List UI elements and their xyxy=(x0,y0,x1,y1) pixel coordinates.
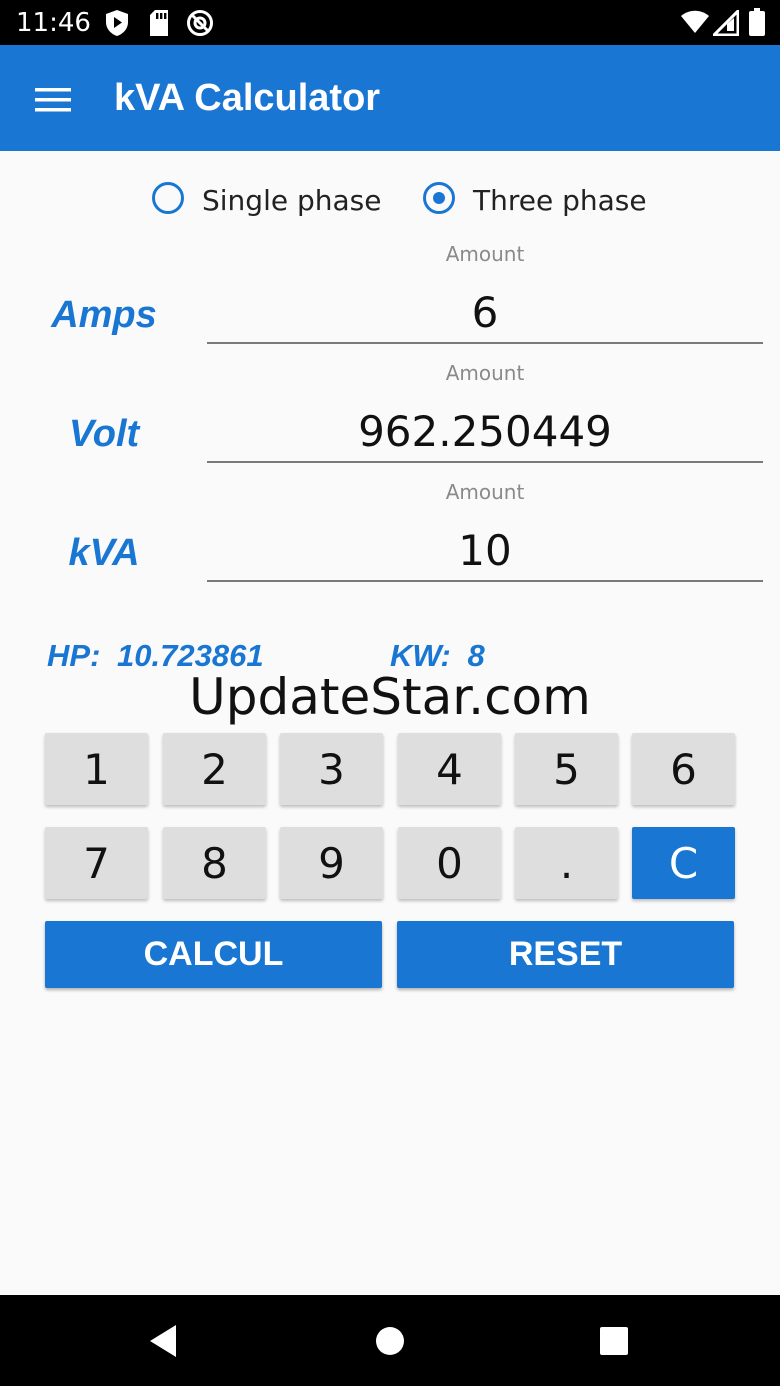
signal-icon xyxy=(710,7,740,41)
status-bar: 11:46 xyxy=(0,0,780,45)
volt-input[interactable] xyxy=(207,401,763,463)
kva-label: kVA xyxy=(68,532,140,574)
app-bar: kVA Calculator xyxy=(0,45,780,151)
volt-label: Volt xyxy=(68,413,140,455)
key-2[interactable]: 2 xyxy=(163,733,266,805)
radio-single-phase[interactable]: Single phase xyxy=(152,180,382,224)
radio-label-single-phase: Single phase xyxy=(202,184,382,217)
no-sync-icon xyxy=(186,9,214,42)
key-dot[interactable]: . xyxy=(515,827,618,899)
wifi-icon xyxy=(680,10,710,39)
app-title: kVA Calculator xyxy=(114,77,381,119)
radio-unchecked-icon xyxy=(152,182,184,214)
status-time: 11:46 xyxy=(16,8,91,38)
key-5[interactable]: 5 xyxy=(515,733,618,805)
nav-bar xyxy=(0,1295,780,1386)
hamburger-menu-icon[interactable] xyxy=(22,73,74,125)
recents-icon[interactable] xyxy=(590,1317,638,1365)
key-9[interactable]: 9 xyxy=(280,827,383,899)
reset-button[interactable]: RESET xyxy=(397,921,734,988)
amps-input[interactable] xyxy=(207,282,763,344)
volt-hint: Amount xyxy=(445,361,525,385)
key-0[interactable]: 0 xyxy=(398,827,501,899)
watermark: UpdateStar.com xyxy=(189,668,591,726)
kva-hint: Amount xyxy=(445,480,525,504)
amps-label: Amps xyxy=(51,294,157,336)
key-1[interactable]: 1 xyxy=(45,733,148,805)
key-clear[interactable]: C xyxy=(632,827,735,899)
sd-card-icon xyxy=(148,9,170,42)
key-8[interactable]: 8 xyxy=(163,827,266,899)
key-7[interactable]: 7 xyxy=(45,827,148,899)
battery-icon xyxy=(749,8,765,41)
home-icon[interactable] xyxy=(366,1317,414,1365)
radio-checked-icon xyxy=(423,182,455,214)
calcul-button[interactable]: CALCUL xyxy=(45,921,382,988)
back-icon[interactable] xyxy=(142,1317,190,1365)
key-3[interactable]: 3 xyxy=(280,733,383,805)
key-4[interactable]: 4 xyxy=(398,733,501,805)
radio-three-phase[interactable]: Three phase xyxy=(423,180,653,224)
radio-label-three-phase: Three phase xyxy=(473,184,647,217)
shield-play-icon xyxy=(104,9,130,42)
amps-hint: Amount xyxy=(445,242,525,266)
key-6[interactable]: 6 xyxy=(632,733,735,805)
kva-input[interactable] xyxy=(207,520,763,582)
